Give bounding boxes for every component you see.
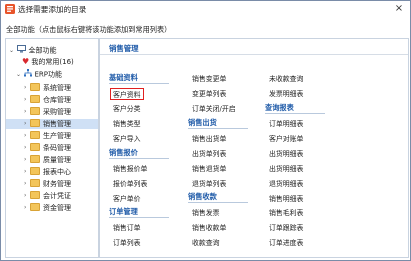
item-order-progress[interactable]: 订单进度表	[269, 237, 303, 247]
tree-module-label: 销售管理	[43, 120, 71, 128]
tree-module-3[interactable]: › 采购管理	[24, 107, 71, 117]
item-quote-form[interactable]: 销售报价单	[113, 163, 147, 173]
item-customer-import[interactable]: 客户导入	[113, 133, 141, 143]
tree-module-7[interactable]: › 质量管理	[24, 155, 71, 165]
divider	[109, 83, 169, 84]
item-order-close-open[interactable]: 订单关闭/开启	[192, 103, 236, 113]
tree-module-label: 会计凭证	[43, 192, 71, 200]
folder-icon	[30, 107, 40, 115]
collapse-icon[interactable]: ⌄	[9, 46, 15, 56]
category-order: 订单管理	[109, 207, 138, 216]
tree-module-label: 财务管理	[43, 180, 71, 188]
collapse-icon[interactable]: ⌄	[16, 70, 22, 80]
tree-module-4[interactable]: › 销售管理	[6, 119, 98, 129]
category-quote: 销售报价	[109, 148, 138, 157]
monitor-icon	[17, 45, 27, 56]
tree-favorites-label: 我的常用(16)	[31, 58, 74, 66]
tree-module-label: 质量管理	[43, 156, 71, 164]
item-customer-category[interactable]: 客户分类	[113, 103, 141, 113]
tree-module-label: 仓库管理	[43, 96, 71, 104]
item-change-list[interactable]: 变更单列表	[192, 88, 226, 98]
item-return-detail[interactable]: 退货明细表	[269, 178, 303, 188]
item-sales-order[interactable]: 销售订单	[113, 222, 141, 232]
tree-module-label: 系统管理	[43, 84, 71, 92]
tree-module-6[interactable]: › 条码管理	[24, 143, 71, 153]
item-outbound-detail-2[interactable]: 出货明细表	[269, 163, 303, 173]
tree-module-label: 资金管理	[43, 204, 71, 212]
folder-icon	[30, 119, 40, 127]
item-return-form[interactable]: 销售退货单	[192, 163, 226, 173]
tree-module-1[interactable]: › 系统管理	[24, 83, 71, 93]
category-basic: 基础资料	[109, 73, 138, 82]
item-quote-list[interactable]: 报价单列表	[113, 178, 147, 188]
close-icon[interactable]: ×	[392, 2, 406, 16]
folder-icon	[30, 143, 40, 151]
function-tree[interactable]: ⌄ 全部功能 ♥ 我的常用(16) ⌄ ERP功能 › 系统管理 › 仓库管理 › 采…	[5, 38, 99, 258]
tree-favorites[interactable]: ♥ 我的常用(16)	[22, 57, 74, 67]
item-outbound-list[interactable]: 出货单列表	[192, 148, 226, 158]
folder-icon	[30, 191, 40, 199]
item-invoice[interactable]: 销售发票	[192, 207, 220, 217]
item-customer-statement[interactable]: 客户对账单	[269, 133, 303, 143]
dialog-window: 选择需要添加的目录 × 全部功能（点击鼠标右键将该功能添加到常用列表） ⌄ 全部…	[0, 0, 411, 261]
category-collection: 销售收款	[188, 192, 217, 201]
item-unpaid-query[interactable]: 未收款查询	[269, 73, 303, 83]
item-order-tracking[interactable]: 订单跟踪表	[269, 222, 303, 232]
item-sales-type[interactable]: 销售类型	[113, 118, 141, 128]
heart-icon: ♥	[22, 57, 30, 66]
section-header: 销售管理	[100, 39, 408, 55]
folder-icon	[30, 167, 40, 175]
section-title: 销售管理	[109, 44, 139, 53]
item-receipt-query[interactable]: 收款查询	[192, 237, 220, 247]
item-customer-price[interactable]: 客户单价	[113, 193, 141, 203]
item-sales-detail[interactable]: 销售明细表	[269, 193, 303, 203]
item-order-list[interactable]: 订单列表	[113, 237, 141, 247]
tree-module-10[interactable]: › 会计凭证	[24, 191, 71, 201]
tree-module-label: 采购管理	[43, 108, 71, 116]
tree-module-label: 条码管理	[43, 144, 71, 152]
folder-icon	[30, 131, 40, 139]
divider	[109, 217, 169, 218]
tree-erp[interactable]: ⌄ ERP功能	[16, 69, 62, 79]
tree-module-11[interactable]: › 资金管理	[24, 203, 71, 213]
folder-icon	[30, 83, 40, 91]
item-return-list[interactable]: 退货单列表	[192, 178, 226, 188]
tree-module-8[interactable]: › 报表中心	[24, 167, 71, 177]
category-query: 查询报表	[265, 103, 294, 112]
title-bar: 选择需要添加的目录 ×	[1, 1, 410, 17]
category-outbound: 销售出货	[188, 118, 217, 127]
tree-module-2[interactable]: › 仓库管理	[24, 95, 71, 105]
divider	[265, 113, 325, 114]
tree-module-9[interactable]: › 财务管理	[24, 179, 71, 189]
item-customer-info[interactable]: 客户资料	[110, 88, 144, 100]
item-invoice-detail[interactable]: 发票明细表	[269, 88, 303, 98]
tree-module-5[interactable]: › 生产管理	[24, 131, 71, 141]
tree-erp-label: ERP功能	[34, 70, 62, 79]
folder-icon	[30, 155, 40, 163]
divider	[109, 158, 169, 159]
tree-root-all[interactable]: ⌄ 全部功能	[9, 45, 56, 55]
divider	[188, 128, 248, 129]
tree-module-label: 报表中心	[43, 168, 71, 176]
item-outbound-detail[interactable]: 出货明细表	[269, 148, 303, 158]
divider	[188, 202, 248, 203]
window-title: 选择需要添加的目录	[18, 5, 87, 14]
tree-module-label: 生产管理	[43, 132, 71, 140]
item-receipt-form[interactable]: 销售收款单	[192, 222, 226, 232]
tree-root-label: 全部功能	[28, 46, 57, 55]
folder-icon	[30, 95, 40, 103]
instruction-text: 全部功能（点击鼠标右键将该功能添加到常用列表）	[6, 25, 172, 34]
function-panel: 销售管理 基础资料 客户资料 客户分类 销售类型 客户导入 销售报价 销售报价单…	[99, 38, 409, 258]
item-order-detail[interactable]: 订单明细表	[269, 118, 303, 128]
item-outbound-form[interactable]: 销售出货单	[192, 133, 226, 143]
item-gross-profit[interactable]: 销售毛利表	[269, 207, 303, 217]
folder-icon	[30, 179, 40, 187]
item-change-form[interactable]: 销售变更单	[192, 73, 226, 83]
folder-icon	[30, 203, 40, 211]
org-chart-icon	[24, 69, 33, 80]
app-icon	[5, 4, 15, 14]
